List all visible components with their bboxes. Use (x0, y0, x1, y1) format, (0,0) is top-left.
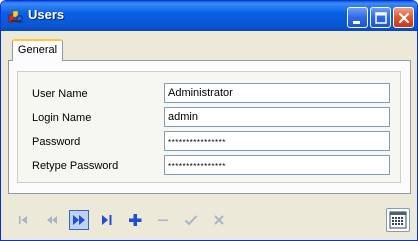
password-field[interactable] (164, 131, 390, 151)
post-edit-button[interactable] (181, 210, 201, 230)
window-title: Users (28, 7, 65, 22)
add-record-icon (129, 214, 142, 226)
tab-general[interactable]: General (12, 39, 63, 61)
cancel-edit-icon (214, 215, 224, 225)
post-edit-icon (184, 215, 198, 226)
next-record-button[interactable] (69, 210, 89, 230)
delete-record-icon (158, 219, 168, 221)
record-navigator (1, 200, 417, 240)
previous-record-button[interactable] (42, 210, 62, 230)
title-bar[interactable]: Users (1, 1, 417, 31)
minimize-button[interactable] (347, 7, 368, 28)
retype-password-label: Retype Password (32, 160, 119, 172)
close-button[interactable] (393, 7, 414, 28)
previous-record-icon (47, 216, 57, 224)
user-name-field[interactable] (164, 83, 390, 103)
password-label: Password (32, 136, 81, 148)
login-name-field[interactable] (164, 107, 390, 127)
users-window: Users General User Name Login Name Passw… (0, 0, 418, 241)
last-record-icon (102, 215, 112, 225)
minimize-icon (353, 21, 360, 24)
last-record-button[interactable] (97, 210, 117, 230)
maximize-button[interactable] (370, 7, 391, 28)
login-name-label: Login Name (32, 112, 92, 124)
delete-record-button[interactable] (153, 210, 173, 230)
user-name-label: User Name (32, 88, 88, 100)
retype-password-field[interactable] (164, 155, 390, 175)
maximize-icon (375, 12, 387, 24)
close-icon (398, 12, 410, 24)
first-record-icon (19, 216, 27, 224)
calculator-icon (389, 211, 407, 229)
add-record-button[interactable] (125, 210, 145, 230)
calculator-button[interactable] (386, 208, 410, 232)
next-record-icon (73, 215, 85, 225)
first-record-button[interactable] (14, 210, 34, 230)
application-icon (8, 8, 24, 24)
cancel-edit-button[interactable] (209, 210, 229, 230)
